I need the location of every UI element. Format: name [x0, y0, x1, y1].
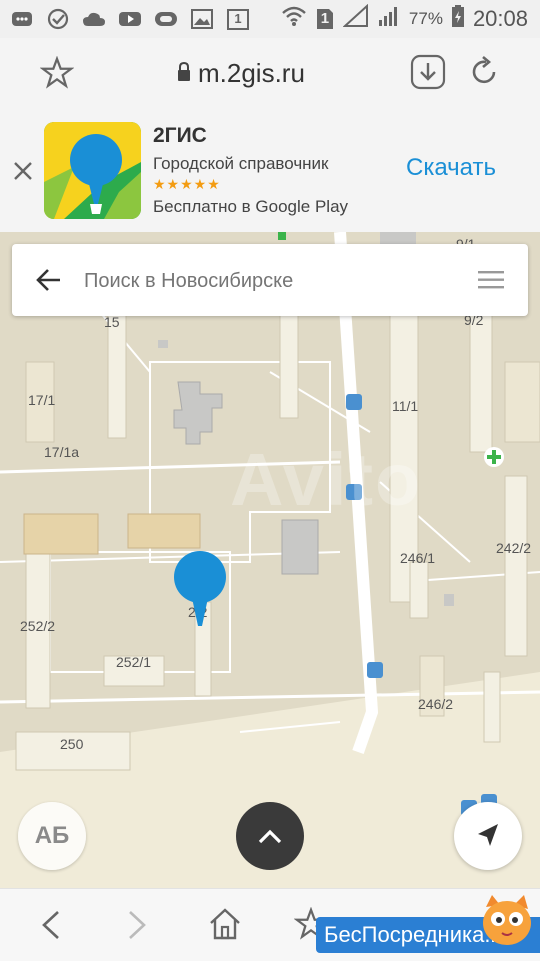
search-box[interactable]: [12, 244, 528, 316]
app-logo: [44, 122, 141, 219]
download-icon[interactable]: [410, 54, 446, 95]
url-field[interactable]: m.2gis.ru: [176, 58, 305, 89]
navigation-arrow-icon: [478, 824, 498, 846]
status-bar: 1 1 77% 20:08: [0, 0, 540, 38]
app-subtitle: Городской справочник: [153, 154, 329, 173]
download-button[interactable]: Скачать: [406, 154, 496, 182]
map-label: 246/1: [400, 550, 436, 566]
ring-icon: [154, 9, 178, 29]
status-left-icons: 1: [0, 8, 250, 30]
search-input[interactable]: [82, 260, 446, 302]
map-label: 17/1а: [44, 444, 80, 460]
layers-button-label: АБ: [34, 822, 70, 849]
app-name: 2ГИС: [153, 124, 207, 147]
rating-stars: ★★★★★: [153, 176, 221, 192]
signal-bars-icon: [377, 4, 401, 34]
close-icon[interactable]: [12, 160, 34, 187]
forward-icon[interactable]: [124, 909, 150, 946]
youtube-icon: [118, 9, 142, 29]
brand-text: БесПосредника: [324, 922, 485, 947]
map-label: 17/1: [28, 392, 56, 408]
url-text: m.2gis.ru: [198, 58, 305, 88]
map-label: 246/2: [418, 696, 454, 712]
map-label: 15: [104, 314, 120, 330]
signal-outline-icon: [342, 3, 369, 34]
map-view[interactable]: Avito 9/1 15 9/2 17/1 11/1 17/1а 242/2 2…: [0, 232, 540, 888]
menu-icon[interactable]: [478, 270, 504, 295]
layers-button[interactable]: АБ: [18, 802, 86, 870]
cloud-icon: [82, 9, 106, 29]
store-text: Бесплатно в Google Play: [153, 197, 349, 216]
home-icon[interactable]: [208, 907, 242, 946]
status-right: 1 77% 20:08: [281, 3, 540, 34]
wifi-icon: [281, 5, 307, 33]
map-canvas[interactable]: [0, 232, 540, 888]
messages-icon: [10, 9, 34, 29]
back-icon[interactable]: [38, 909, 64, 946]
calendar-icon: 1: [226, 9, 250, 30]
clock: 20:08: [472, 6, 528, 31]
map-label: 252/2: [20, 618, 56, 634]
battery-percent: 77%: [408, 9, 443, 28]
cat-mascot-icon: [478, 893, 536, 960]
back-arrow-icon[interactable]: [34, 266, 64, 299]
sim-badge-number: 1: [320, 10, 330, 27]
check-circle-icon: [46, 8, 70, 30]
map-watermark: Avito: [230, 438, 423, 521]
expand-panel-button[interactable]: [236, 802, 304, 870]
map-label: 250: [60, 736, 84, 752]
browser-bottom-bar: БесПосредника .ru: [0, 888, 540, 961]
app-promo-banner: 2ГИС Городской справочник ★★★★★ Бесплатн…: [0, 108, 540, 232]
map-label: 11/1: [392, 398, 419, 414]
sim-badge-icon: 1: [315, 7, 335, 31]
bookmark-star-icon[interactable]: [39, 55, 75, 95]
chevron-up-icon: [258, 829, 282, 844]
map-label: 242/2: [496, 540, 532, 556]
map-label: 252/1: [116, 654, 152, 670]
reload-icon[interactable]: [466, 54, 502, 95]
location-marker-icon[interactable]: [172, 550, 228, 635]
browser-url-bar: m.2gis.ru: [0, 38, 540, 108]
image-icon: [190, 9, 214, 29]
locate-me-button[interactable]: [454, 802, 522, 870]
battery-icon: [451, 4, 465, 34]
calendar-day: 1: [234, 11, 242, 26]
lock-icon: [176, 58, 192, 89]
